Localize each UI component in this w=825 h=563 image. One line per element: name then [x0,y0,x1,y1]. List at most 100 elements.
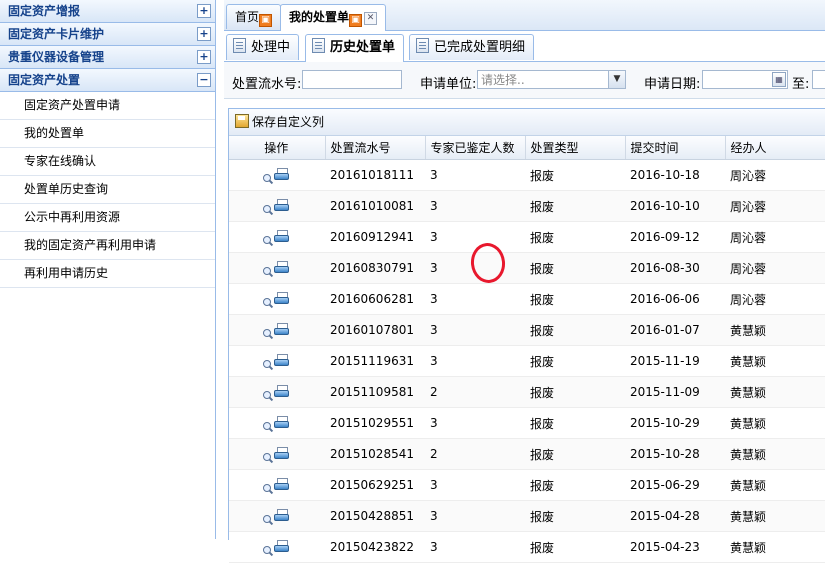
disposal-type-cell: 报废 [525,252,625,284]
sidebar-item-expert-confirm[interactable]: 专家在线确认 [0,148,215,176]
printer-icon[interactable] [274,167,290,182]
chevron-down-icon[interactable]: ▼ [608,71,625,88]
magnifier-view-icon[interactable] [263,204,272,214]
table-row[interactable]: 20151028541 2 报废 2015-10-28 黄慧颖 [229,438,825,470]
main-panel: 首页 ▣ 我的处置单 ▣ ✕ 处理中 历史处置单 已完成处置明细 处置流水号: 申请单… [224,0,825,563]
printer-icon[interactable] [274,508,290,523]
printer-icon[interactable] [274,384,290,399]
tab-my-disposals[interactable]: 我的处置单 ▣ ✕ [280,4,387,31]
expand-icon[interactable]: + [197,4,211,18]
subtab-strip: 处理中 历史处置单 已完成处置明细 [224,31,825,62]
close-icon[interactable]: ✕ [364,12,378,25]
sidebar-section-asset-add[interactable]: 固定资产增报 + [0,0,215,23]
document-icon [233,38,246,53]
printer-icon[interactable] [274,539,290,554]
expand-icon[interactable]: + [197,27,211,41]
sidebar-item-disposal-history[interactable]: 处置单历史查询 [0,176,215,204]
table-row[interactable]: 20161010081 3 报废 2016-10-10 周沁蓉 [229,190,825,222]
table-row[interactable]: 20151029551 3 报废 2015-10-29 黄慧颖 [229,407,825,439]
printer-icon[interactable] [274,477,290,492]
column-header-handler[interactable]: 经办人 [725,136,825,160]
operation-cell [229,469,325,501]
table-row[interactable]: 20151109581 2 报废 2015-11-09 黄慧颖 [229,376,825,408]
expert-count-cell: 3 [425,283,525,315]
printer-icon[interactable] [274,446,290,461]
expert-count-cell: 3 [425,469,525,501]
tab-home[interactable]: 首页 ▣ [226,4,282,29]
unit-select[interactable]: 请选择.. ▼ [477,70,626,89]
serial-cell: 20160912941 [325,221,425,253]
table-row[interactable]: 20160830791 3 报废 2016-08-30 周沁蓉 [229,252,825,284]
serial-cell: 20150423822 [325,531,425,563]
column-header-expert-count[interactable]: 专家已鉴定人数 [425,136,526,160]
magnifier-view-icon[interactable] [263,421,272,431]
handler-cell: 周沁蓉 [725,221,825,253]
calendar-icon[interactable]: ▦ [772,72,786,87]
magnifier-view-icon[interactable] [263,390,272,400]
table-row[interactable]: 20150428851 3 报废 2015-04-28 黄慧颖 [229,500,825,532]
sidebar-section-asset-card[interactable]: 固定资产卡片维护 + [0,23,215,46]
printer-icon[interactable] [274,415,290,430]
printer-icon[interactable] [274,198,290,213]
operation-cell [229,438,325,470]
submit-time-cell: 2015-06-29 [625,469,725,501]
magnifier-view-icon[interactable] [263,483,272,493]
column-header-serial[interactable]: 处置流水号 [325,136,426,160]
magnifier-view-icon[interactable] [263,173,272,183]
magnifier-view-icon[interactable] [263,514,272,524]
sidebar-item-my-reuse-apply[interactable]: 我的固定资产再利用申请 [0,232,215,260]
disposal-type-cell: 报废 [525,190,625,222]
submit-time-cell: 2016-09-12 [625,221,725,253]
save-custom-columns-button[interactable]: 保存自定义列 [235,114,324,129]
submit-time-cell: 2015-10-29 [625,407,725,439]
serial-input[interactable] [302,70,402,89]
handler-cell: 黄慧颖 [725,314,825,346]
table-row[interactable]: 20151119631 3 报废 2015-11-19 黄慧颖 [229,345,825,377]
column-header-disposal-type[interactable]: 处置类型 [525,136,626,160]
sidebar-section-precious-instruments[interactable]: 贵重仪器设备管理 + [0,46,215,69]
disposal-table: 操作 处置流水号 专家已鉴定人数 处置类型 提交时间 经办人 201610181… [229,136,825,563]
submit-time-cell: 2016-10-10 [625,190,725,222]
printer-icon[interactable] [274,260,290,275]
printer-icon[interactable] [274,353,290,368]
sidebar-item-disposal-apply[interactable]: 固定资产处置申请 [0,92,215,120]
magnifier-view-icon[interactable] [263,297,272,307]
serial-cell: 20161018111 [325,159,425,191]
submit-time-cell: 2015-11-09 [625,376,725,408]
sidebar-item-public-reuse[interactable]: 公示中再利用资源 [0,204,215,232]
serial-label: 处置流水号: [232,77,302,92]
date-start-input[interactable]: ▦ [702,70,788,89]
magnifier-view-icon[interactable] [263,452,272,462]
printer-icon[interactable] [274,322,290,337]
magnifier-view-icon[interactable] [263,545,272,555]
table-row[interactable]: 20160912941 3 报废 2016-09-12 周沁蓉 [229,221,825,253]
sidebar-item-my-disposals[interactable]: 我的处置单 [0,120,215,148]
expand-icon[interactable]: + [197,50,211,64]
magnifier-view-icon[interactable] [263,266,272,276]
expert-count-cell: 3 [425,345,525,377]
magnifier-view-icon[interactable] [263,328,272,338]
handler-cell: 黄慧颖 [725,376,825,408]
printer-icon[interactable] [274,291,290,306]
expert-count-cell: 3 [425,190,525,222]
sidebar-item-reuse-history[interactable]: 再利用申请历史 [0,260,215,288]
date-end-input[interactable] [812,70,825,89]
magnifier-view-icon[interactable] [263,235,272,245]
subtab-completed-details[interactable]: 已完成处置明细 [409,34,535,60]
subtab-history[interactable]: 历史处置单 [305,34,405,62]
table-row[interactable]: 20160606281 3 报废 2016-06-06 周沁蓉 [229,283,825,315]
column-header-submit-time[interactable]: 提交时间 [625,136,726,160]
sidebar-section-asset-disposal[interactable]: 固定资产处置 − [0,69,215,92]
serial-cell: 20150629251 [325,469,425,501]
table-row[interactable]: 20160107801 3 报废 2016-01-07 黄慧颖 [229,314,825,346]
disposal-type-cell: 报废 [525,283,625,315]
column-header-operation[interactable]: 操作 [229,136,326,160]
table-row[interactable]: 20150629251 3 报废 2015-06-29 黄慧颖 [229,469,825,501]
printer-icon[interactable] [274,229,290,244]
magnifier-view-icon[interactable] [263,359,272,369]
table-row[interactable]: 20161018111 3 报废 2016-10-18 周沁蓉 [229,159,825,191]
expert-count-cell: 3 [425,407,525,439]
table-row[interactable]: 20150423822 3 报废 2015-04-23 黄慧颖 [229,531,825,563]
subtab-processing[interactable]: 处理中 [226,34,300,60]
collapse-icon[interactable]: − [197,73,211,87]
